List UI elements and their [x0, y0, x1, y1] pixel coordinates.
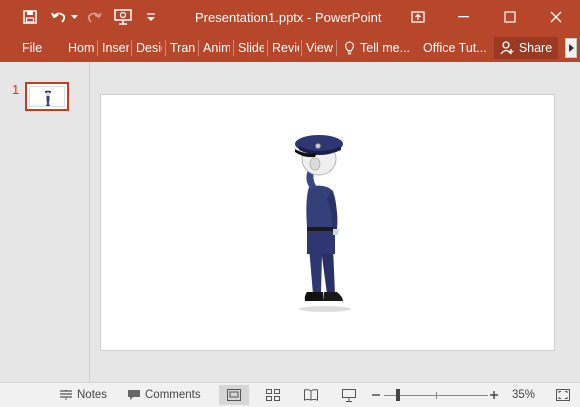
slide-thumbnail-preview	[29, 86, 65, 107]
notes-icon	[60, 390, 72, 400]
tab-divider	[267, 40, 268, 56]
redo-icon[interactable]	[84, 0, 104, 34]
zoom-slider-thumb[interactable]	[396, 389, 401, 401]
normal-view-icon	[227, 389, 241, 401]
person-add-icon	[500, 41, 514, 55]
comments-button[interactable]: Comments	[128, 383, 201, 407]
slide-canvas[interactable]	[100, 94, 555, 351]
tab-insert[interactable]: Insert	[102, 34, 129, 62]
present-from-start-icon[interactable]	[112, 0, 134, 34]
tab-animations[interactable]: Animations	[203, 34, 230, 62]
reading-view-button[interactable]	[296, 385, 326, 405]
customize-qat-icon[interactable]	[144, 0, 158, 34]
tab-slide-show[interactable]: Slide Show	[238, 34, 264, 62]
tab-transitions[interactable]: Transitions	[170, 34, 195, 62]
tab-divider	[233, 40, 234, 56]
zoom-out-button[interactable]	[372, 383, 380, 407]
ribbon-display-options-icon[interactable]	[395, 0, 441, 34]
tab-file[interactable]: File	[22, 34, 46, 62]
window-title: Presentation1.pptx - PowerPoint	[195, 10, 382, 25]
undo-dropdown-icon[interactable]	[68, 0, 80, 34]
comment-icon	[128, 389, 140, 400]
title-bar: Presentation1.pptx - PowerPoint	[0, 0, 580, 34]
fit-to-window-icon	[556, 389, 570, 401]
slide-thumbnail-pane: 1	[0, 62, 90, 382]
slide-show-button[interactable]	[334, 385, 364, 405]
tab-design[interactable]: Design	[136, 34, 162, 62]
tab-divider	[336, 40, 337, 56]
reading-view-icon	[304, 389, 318, 401]
status-bar: Notes Comments 35%	[0, 382, 580, 407]
office-tut-account[interactable]: Office Tut...	[423, 34, 488, 62]
slide-sorter-icon	[266, 389, 280, 401]
ribbon-tabs: File Home Insert Design Transitions Anim…	[0, 34, 580, 62]
slide-number: 1	[12, 82, 20, 97]
slide-show-icon	[342, 388, 356, 402]
lightbulb-icon	[345, 41, 354, 55]
comments-label: Comments	[145, 389, 201, 401]
normal-view-button[interactable]	[219, 385, 249, 405]
fit-slide-button[interactable]	[548, 385, 578, 405]
tell-me-box[interactable]: Tell me...	[344, 34, 414, 62]
minimize-icon[interactable]	[441, 0, 487, 34]
tell-me-label: Tell me...	[360, 41, 411, 55]
save-icon[interactable]	[20, 0, 40, 34]
police-figure-thumbnail-icon	[44, 90, 52, 106]
zoom-percent[interactable]: 35%	[512, 383, 535, 407]
maximize-icon[interactable]	[487, 0, 533, 34]
notes-label: Notes	[77, 389, 108, 401]
undo-icon[interactable]	[49, 0, 69, 34]
tab-review[interactable]: Review	[272, 34, 299, 62]
notes-button[interactable]: Notes	[60, 383, 107, 407]
share-button[interactable]: Share	[494, 37, 558, 59]
share-label: Share	[518, 41, 553, 55]
slide-sorter-button[interactable]	[258, 385, 288, 405]
plus-icon	[490, 391, 498, 399]
close-icon[interactable]	[533, 0, 579, 34]
tab-divider	[131, 40, 132, 56]
tab-divider	[97, 40, 98, 56]
tab-view[interactable]: View	[306, 34, 334, 62]
tab-divider	[301, 40, 302, 56]
chevron-right-icon	[568, 44, 574, 52]
slide-thumbnail[interactable]	[25, 82, 69, 111]
ribbon-scroll-right-button[interactable]	[565, 38, 577, 58]
minus-icon	[372, 394, 380, 396]
zoom-in-button[interactable]	[490, 383, 498, 407]
tab-divider	[165, 40, 166, 56]
police-officer-figure[interactable]	[291, 129, 361, 314]
zoom-slider-center-tick	[436, 392, 437, 399]
tab-divider	[198, 40, 199, 56]
tab-home[interactable]: Home	[68, 34, 95, 62]
